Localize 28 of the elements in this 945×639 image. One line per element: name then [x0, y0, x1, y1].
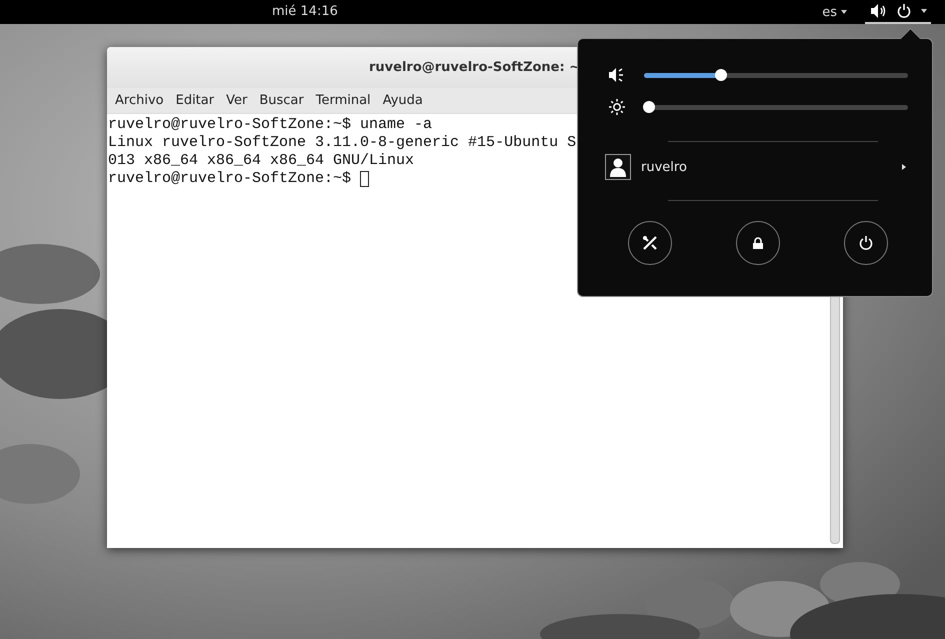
lock-button[interactable] — [736, 221, 780, 265]
settings-button[interactable] — [628, 221, 672, 265]
terminal-line: ruvelro@ruvelro-SoftZone:~$ — [108, 170, 352, 188]
brightness-icon — [608, 99, 626, 115]
clock[interactable]: mié 14:16 — [272, 4, 338, 19]
avatar-icon — [605, 154, 631, 180]
terminal-line: 013 x86_64 x86_64 x86_64 GNU/Linux — [108, 152, 414, 170]
menu-item[interactable]: Archivo — [109, 93, 170, 108]
caret-icon — [921, 9, 927, 13]
power-icon — [859, 236, 873, 250]
expander-arrow-icon — [902, 164, 906, 170]
menu-item[interactable]: Buscar — [253, 93, 310, 108]
tools-icon — [642, 235, 658, 251]
volume-icon — [608, 68, 626, 82]
volume-icon — [871, 4, 887, 18]
user-menu-item[interactable]: ruvelro — [605, 152, 908, 182]
menu-item[interactable]: Ver — [220, 93, 254, 108]
power-button[interactable] — [844, 221, 888, 265]
keyboard-layout[interactable]: es — [822, 4, 837, 20]
terminal-line: ruvelro@ruvelro-SoftZone:~$ uname -a — [108, 116, 432, 134]
menu-item[interactable]: Ayuda — [376, 93, 429, 108]
caret-icon — [841, 10, 847, 14]
text-cursor — [360, 171, 370, 187]
menu-item[interactable]: Editar — [170, 93, 220, 108]
lock-icon — [752, 237, 764, 249]
terminal-line: Linux ruvelro-SoftZone 3.11.0-8-generic #15-Ubuntu S — [108, 134, 576, 152]
power-icon — [897, 4, 911, 18]
menu-item[interactable]: Terminal — [310, 93, 377, 108]
